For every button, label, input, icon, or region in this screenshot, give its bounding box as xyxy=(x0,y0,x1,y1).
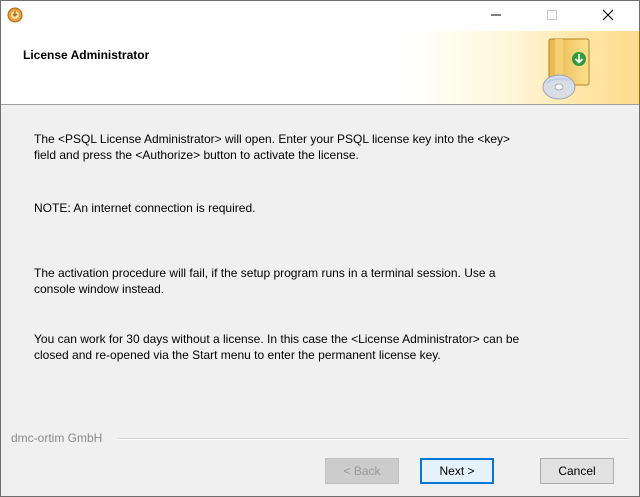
page-title: License Administrator xyxy=(23,48,150,62)
note-paragraph: NOTE: An internet connection is required… xyxy=(34,201,256,215)
info-paragraph-line: field and press the <Authorize> button t… xyxy=(34,148,359,162)
installer-window: License Administrator The <PSQL License … xyxy=(0,0,640,497)
trial-paragraph: You can work for 30 days without a licen… xyxy=(34,331,614,363)
header-gradient xyxy=(409,31,639,104)
close-button[interactable] xyxy=(585,1,631,31)
next-button[interactable]: Next > xyxy=(420,458,494,484)
minimize-icon xyxy=(490,9,502,24)
warning-paragraph-line: console window instead. xyxy=(34,282,165,296)
company-label: dmc-ortim GmbH xyxy=(11,431,109,445)
warning-paragraph: The activation procedure will fail, if t… xyxy=(34,265,614,297)
info-paragraph: The <PSQL License Administrator> will op… xyxy=(34,131,614,163)
minimize-button[interactable] xyxy=(473,1,519,31)
wizard-header: License Administrator xyxy=(1,31,639,105)
warning-paragraph-line: The activation procedure will fail, if t… xyxy=(34,266,496,280)
trial-paragraph-line: You can work for 30 days without a licen… xyxy=(34,332,520,346)
trial-paragraph-line: closed and re-opened via the Start menu … xyxy=(34,348,441,362)
back-button[interactable]: < Back xyxy=(325,458,399,484)
cancel-button[interactable]: Cancel xyxy=(540,458,614,484)
title-bar[interactable] xyxy=(1,1,639,31)
close-icon xyxy=(602,9,614,24)
maximize-icon xyxy=(546,9,558,24)
maximize-button[interactable] xyxy=(529,1,575,31)
footer-divider xyxy=(119,438,629,440)
info-paragraph-line: The <PSQL License Administrator> will op… xyxy=(34,132,511,146)
installer-icon xyxy=(7,7,23,23)
package-disc-icon xyxy=(535,33,599,103)
